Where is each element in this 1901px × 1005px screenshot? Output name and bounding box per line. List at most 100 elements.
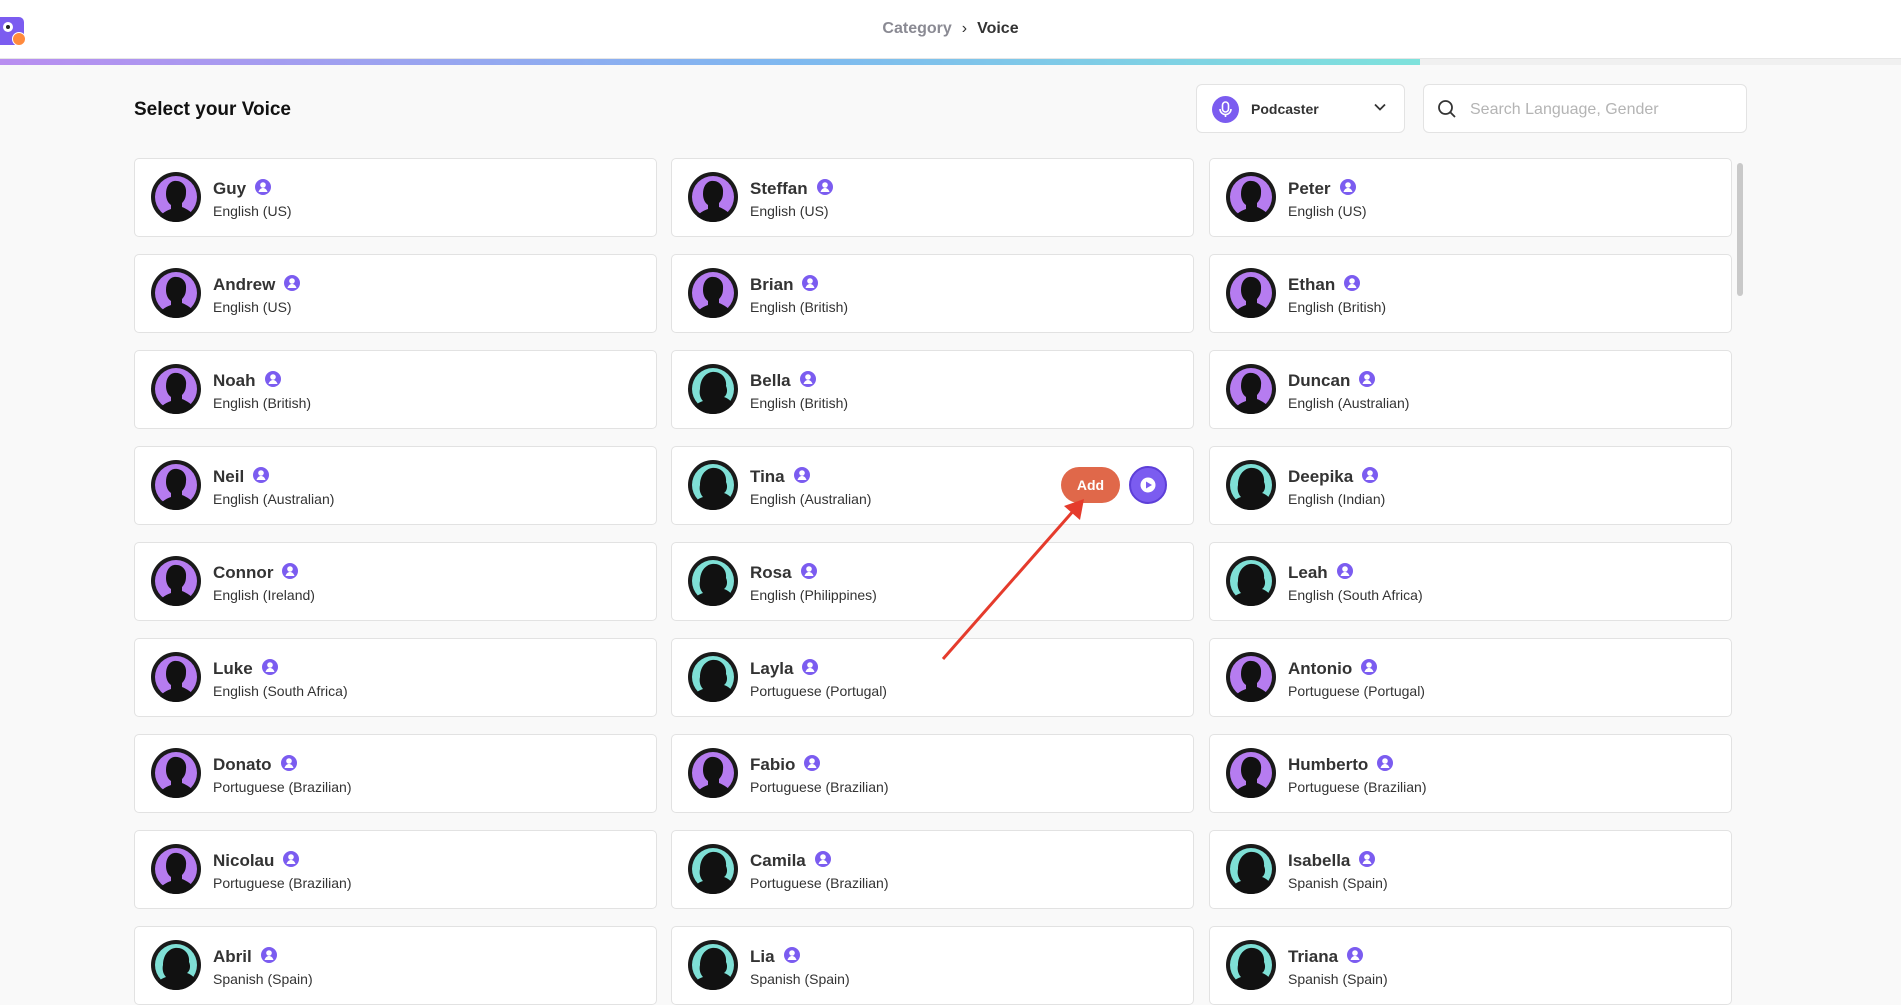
voice-card[interactable]: Triana Spanish (Spain) — [1209, 926, 1732, 1005]
add-voice-button[interactable]: Add — [1061, 467, 1120, 503]
voice-name: Peter — [1288, 178, 1357, 201]
voice-name: Tina — [750, 466, 811, 489]
voice-card[interactable]: Camila Portuguese (Brazilian) — [671, 830, 1194, 909]
voice-name: Leah — [1288, 562, 1354, 585]
male-avatar-icon — [688, 172, 738, 222]
category-dropdown[interactable]: Podcaster — [1196, 84, 1405, 133]
voice-name-text: Deepika — [1288, 467, 1354, 486]
voice-name-text: Duncan — [1288, 371, 1351, 390]
voice-name-text: Leah — [1288, 563, 1328, 582]
user-profile-icon — [1376, 754, 1394, 777]
top-bar: Category › Voice — [0, 0, 1901, 59]
voice-language: Portuguese (Portugal) — [1288, 683, 1425, 699]
voice-name-text: Humberto — [1288, 755, 1369, 774]
voice-card[interactable]: Humberto Portuguese (Brazilian) — [1209, 734, 1732, 813]
user-profile-icon — [280, 754, 298, 777]
male-avatar-icon — [151, 748, 201, 798]
voice-name: Isabella — [1288, 850, 1376, 873]
scrollbar-thumb[interactable] — [1737, 163, 1743, 296]
voice-card[interactable]: Steffan English (US) — [671, 158, 1194, 237]
voice-name: Ethan — [1288, 274, 1361, 297]
user-profile-icon — [261, 658, 279, 681]
user-profile-icon — [803, 754, 821, 777]
voice-card[interactable]: Andrew English (US) — [134, 254, 657, 333]
voice-name-text: Luke — [213, 659, 253, 678]
voice-language: Spanish (Spain) — [750, 971, 850, 987]
voice-card[interactable]: Layla Portuguese (Portugal) — [671, 638, 1194, 717]
female-avatar-icon — [1226, 460, 1276, 510]
male-avatar-icon — [1226, 364, 1276, 414]
voice-name-text: Guy — [213, 179, 247, 198]
user-profile-icon — [1336, 562, 1354, 585]
voice-name-text: Lia — [750, 947, 775, 966]
voice-name-text: Nicolau — [213, 851, 275, 870]
user-profile-icon — [282, 850, 300, 873]
voice-card[interactable]: Bella English (British) — [671, 350, 1194, 429]
voice-card[interactable]: Isabella Spanish (Spain) — [1209, 830, 1732, 909]
voice-card[interactable]: Rosa English (Philippines) — [671, 542, 1194, 621]
voice-language: Spanish (Spain) — [1288, 875, 1388, 891]
voice-card[interactable]: Guy English (US) — [134, 158, 657, 237]
voice-language: Portuguese (Brazilian) — [213, 875, 352, 891]
voice-language: English (US) — [750, 203, 829, 219]
voice-card[interactable]: Tina English (Australian) Add — [671, 446, 1194, 525]
voice-name-text: Layla — [750, 659, 794, 678]
voice-card[interactable]: Donato Portuguese (Brazilian) — [134, 734, 657, 813]
female-avatar-icon — [688, 364, 738, 414]
chevron-down-icon — [1374, 103, 1386, 111]
male-avatar-icon — [151, 268, 201, 318]
voice-card[interactable]: Leah English (South Africa) — [1209, 542, 1732, 621]
voice-language: English (British) — [1288, 299, 1387, 315]
male-avatar-icon — [151, 652, 201, 702]
voice-name-text: Triana — [1288, 947, 1339, 966]
male-avatar-icon — [151, 460, 201, 510]
voice-card[interactable]: Ethan English (British) — [1209, 254, 1732, 333]
breadcrumb-category[interactable]: Category — [882, 20, 951, 37]
voice-name: Lia — [750, 946, 801, 969]
voice-language: English (US) — [213, 299, 292, 315]
voice-name: Connor — [213, 562, 299, 585]
voice-card[interactable]: Deepika English (Indian) — [1209, 446, 1732, 525]
voice-card[interactable]: Lia Spanish (Spain) — [671, 926, 1194, 1005]
mic-icon — [1212, 96, 1239, 123]
voice-name-text: Tina — [750, 467, 785, 486]
user-profile-icon — [801, 274, 819, 297]
voice-card[interactable]: Duncan English (Australian) — [1209, 350, 1732, 429]
voice-card[interactable]: Antonio Portuguese (Portugal) — [1209, 638, 1732, 717]
voice-name: Neil — [213, 466, 270, 489]
voice-language: English (US) — [213, 203, 292, 219]
voice-language: Portuguese (Brazilian) — [750, 779, 889, 795]
voice-card[interactable]: Brian English (British) — [671, 254, 1194, 333]
voice-name-text: Fabio — [750, 755, 796, 774]
voice-language: English (Australian) — [213, 491, 335, 507]
search-box — [1423, 84, 1747, 133]
voice-card[interactable]: Connor English (Ireland) — [134, 542, 657, 621]
user-profile-icon — [800, 562, 818, 585]
male-avatar-icon — [151, 364, 201, 414]
voice-name-text: Brian — [750, 275, 794, 294]
step-progress-bar — [0, 59, 1901, 65]
user-profile-icon — [1339, 178, 1357, 201]
step-progress-fill — [0, 59, 1421, 65]
voice-language: English (US) — [1288, 203, 1367, 219]
voice-language: English (South Africa) — [1288, 587, 1423, 603]
voice-name: Nicolau — [213, 850, 300, 873]
voice-language: English (South Africa) — [213, 683, 348, 699]
play-icon — [1140, 477, 1156, 493]
voice-card[interactable]: Neil English (Australian) — [134, 446, 657, 525]
female-avatar-icon — [151, 940, 201, 990]
voice-language: Portuguese (Brazilian) — [750, 875, 889, 891]
search-input[interactable] — [1468, 97, 1737, 123]
voice-card[interactable]: Fabio Portuguese (Brazilian) — [671, 734, 1194, 813]
female-avatar-icon — [1226, 844, 1276, 894]
voice-card[interactable]: Noah English (British) — [134, 350, 657, 429]
play-preview-button[interactable] — [1129, 466, 1167, 504]
voice-card[interactable]: Luke English (South Africa) — [134, 638, 657, 717]
voice-name: Layla — [750, 658, 819, 681]
voice-card[interactable]: Peter English (US) — [1209, 158, 1732, 237]
user-profile-icon — [1358, 370, 1376, 393]
voice-card[interactable]: Abril Spanish (Spain) — [134, 926, 657, 1005]
voice-card[interactable]: Nicolau Portuguese (Brazilian) — [134, 830, 657, 909]
voice-language: English (Philippines) — [750, 587, 877, 603]
female-avatar-icon — [688, 556, 738, 606]
